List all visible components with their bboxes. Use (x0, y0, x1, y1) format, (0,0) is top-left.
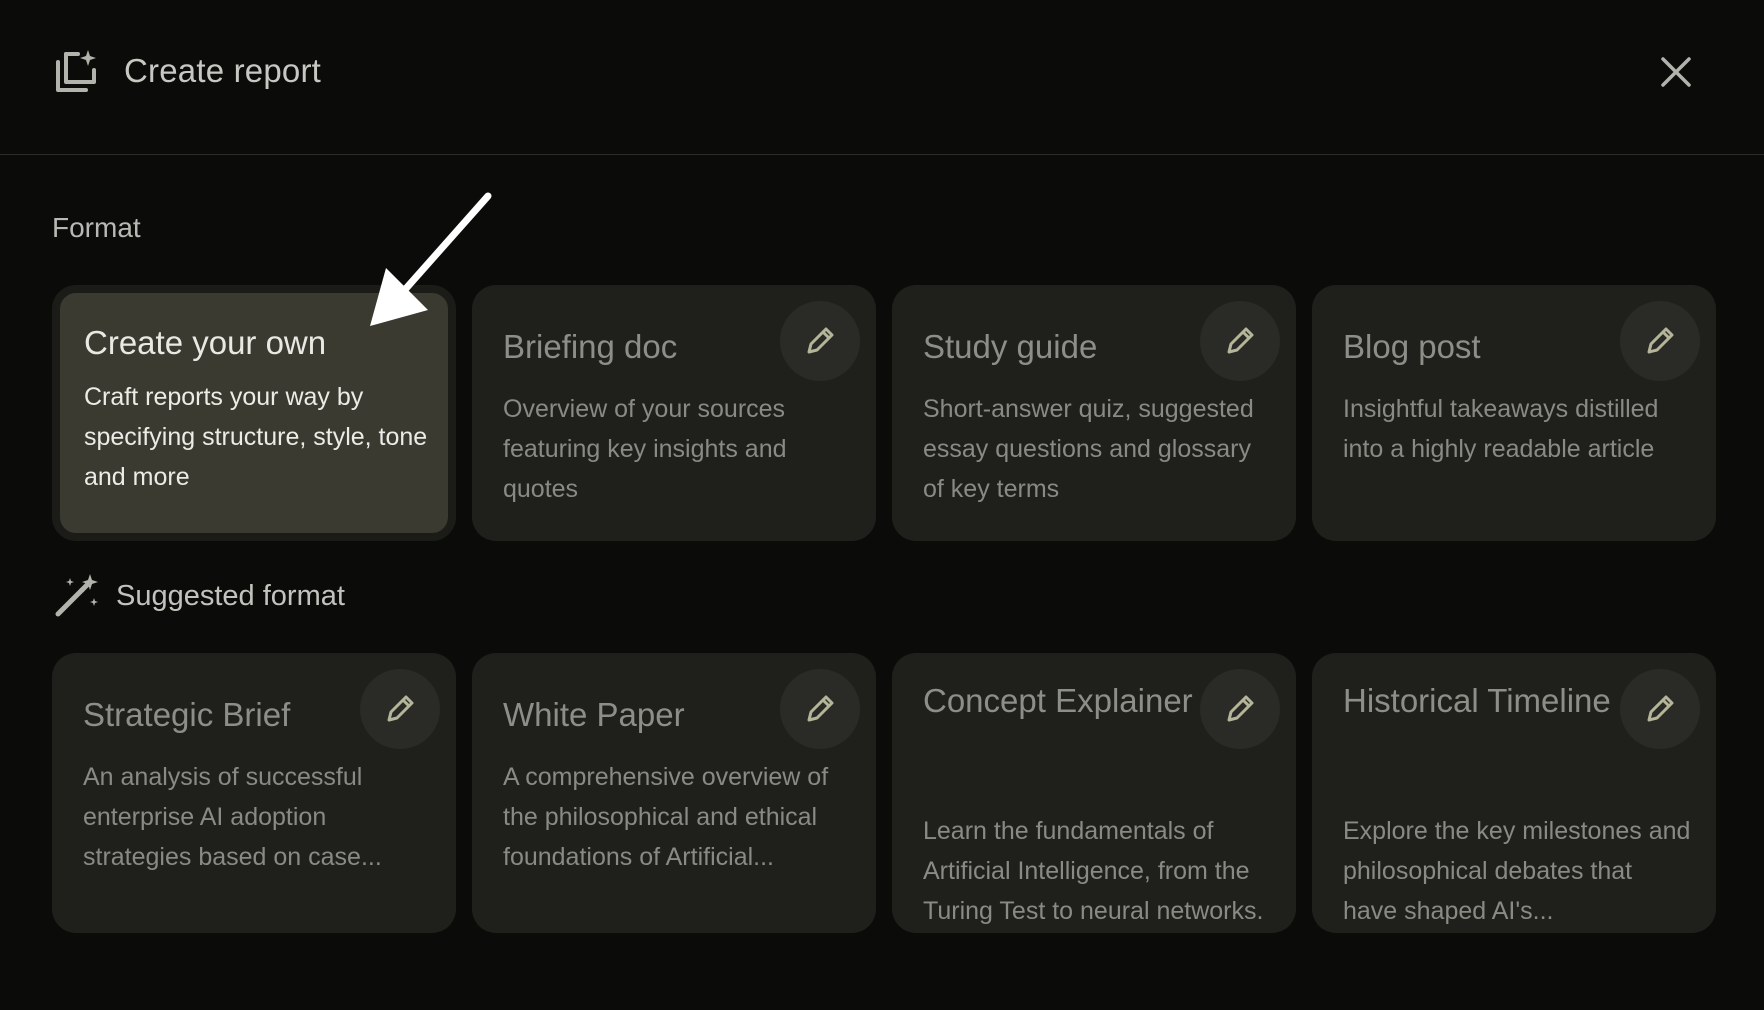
pencil-icon (807, 695, 834, 722)
card-title: Strategic Brief (83, 696, 291, 733)
edit-button[interactable] (780, 669, 860, 749)
format-section-label: Format (52, 212, 141, 243)
card-description: Short-answer quiz, suggested essay quest… (923, 395, 1254, 503)
edit-button[interactable] (1620, 301, 1700, 381)
dialog-header: Create report (0, 0, 1764, 155)
card-description: Craft reports your way by specifying str… (84, 383, 428, 491)
card-description: Overview of your sources featuring key i… (503, 395, 787, 503)
edit-button[interactable] (1200, 301, 1280, 381)
card-title: Briefing doc (503, 328, 678, 365)
card-title: Create your own (84, 324, 327, 361)
format-card-create-your-own[interactable]: Create your own Craft reports your way b… (52, 285, 456, 541)
suggested-card-concept-explainer[interactable]: Concept Explainer Learn the fundamentals… (892, 653, 1296, 933)
pencil-icon (387, 695, 414, 722)
edit-button[interactable] (780, 301, 860, 381)
card-description: Explore the key milestones and philosoph… (1343, 817, 1691, 925)
close-icon (1661, 57, 1691, 87)
card-description: Learn the fundamentals of Artificial Int… (923, 817, 1264, 925)
suggested-format-label: Suggested format (116, 579, 345, 612)
close-button[interactable] (1652, 48, 1700, 96)
card-description: A comprehensive overview of the philosop… (503, 763, 829, 871)
card-title: Study guide (923, 328, 1098, 365)
card-title: Concept Explainer (923, 682, 1193, 719)
dialog-title: Create report (124, 52, 322, 89)
card-title: Historical Timeline (1343, 682, 1611, 719)
pencil-icon (807, 327, 834, 354)
pencil-icon (1647, 327, 1674, 354)
edit-button[interactable] (1620, 669, 1700, 749)
card-title: White Paper (503, 696, 685, 733)
edit-button[interactable] (360, 669, 440, 749)
report-sparkle-icon (56, 50, 96, 92)
format-card-briefing-doc[interactable]: Briefing doc Overview of your sources fe… (472, 285, 876, 541)
pencil-icon (1227, 695, 1254, 722)
card-description: An analysis of successful enterprise AI … (83, 763, 382, 871)
format-card-blog-post[interactable]: Blog post Insightful takeaways distilled… (1312, 285, 1716, 541)
format-card-study-guide[interactable]: Study guide Short-answer quiz, suggested… (892, 285, 1296, 541)
magic-wand-icon (55, 574, 98, 617)
edit-button[interactable] (1200, 669, 1280, 749)
suggested-card-strategic-brief[interactable]: Strategic Brief An analysis of successfu… (52, 653, 456, 933)
suggested-card-white-paper[interactable]: White Paper A comprehensive overview of … (472, 653, 876, 933)
card-title: Blog post (1343, 328, 1481, 365)
suggested-card-historical-timeline[interactable]: Historical Timeline Explore the key mile… (1312, 653, 1716, 933)
pencil-icon (1647, 695, 1674, 722)
suggested-format-heading: Suggested format (52, 572, 345, 620)
card-description: Insightful takeaways distilled into a hi… (1343, 395, 1659, 463)
create-report-dialog: Create report Format Create your own Cra… (0, 0, 1764, 1010)
pencil-icon (1227, 327, 1254, 354)
